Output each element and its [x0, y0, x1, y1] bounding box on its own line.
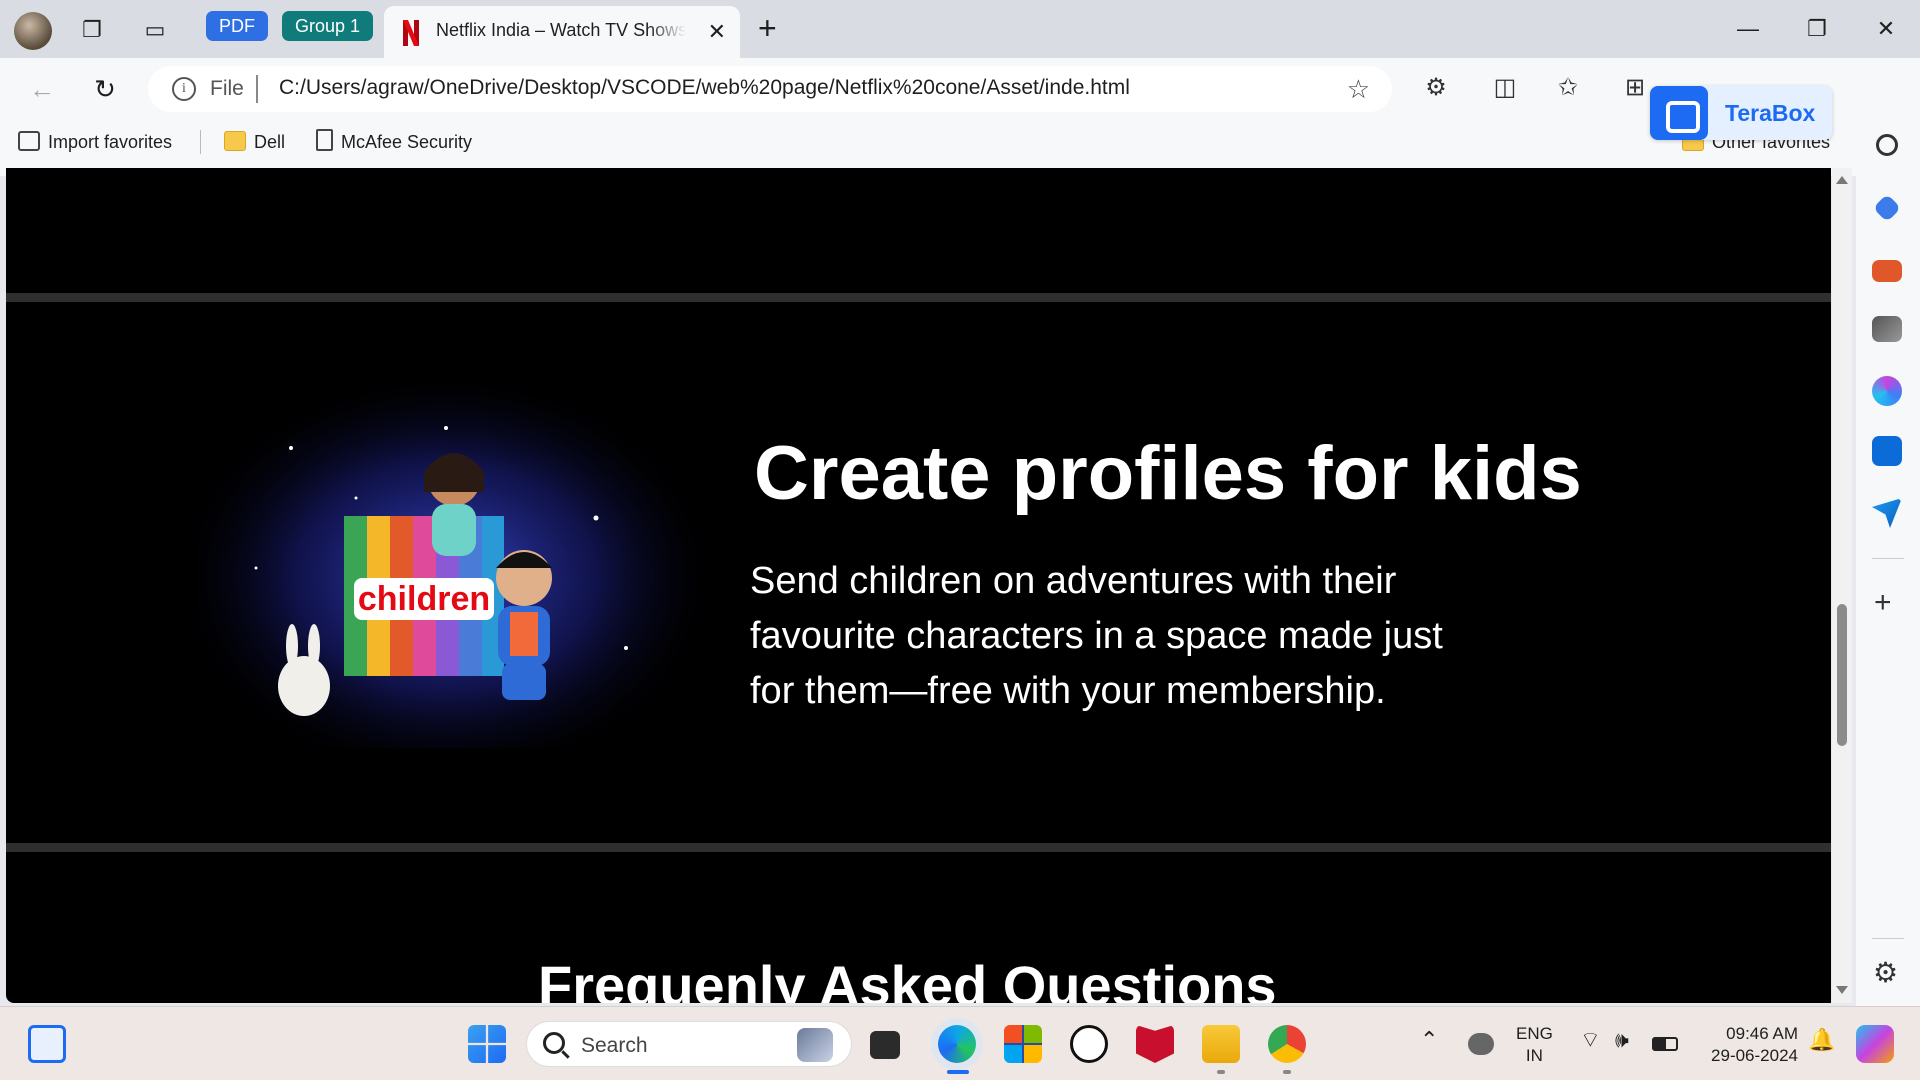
- favorite-star-icon[interactable]: ☆: [1347, 74, 1370, 105]
- clock-date: 29-06-2024: [1711, 1046, 1798, 1065]
- tab-group-group-1[interactable]: Group 1: [282, 11, 374, 41]
- close-window-icon[interactable]: ✕: [1866, 12, 1906, 46]
- add-sidebar-app-icon[interactable]: +: [1874, 588, 1892, 618]
- scheme-label: File: [210, 77, 244, 100]
- language-indicator[interactable]: ENG IN: [1516, 1023, 1553, 1067]
- favorite-label: Dell: [254, 132, 286, 152]
- widgets-icon[interactable]: [28, 1025, 66, 1063]
- microsoft-store-icon[interactable]: [1004, 1025, 1042, 1063]
- back-icon[interactable]: ←: [24, 71, 60, 107]
- sidebar-divider: [1872, 558, 1904, 559]
- file-explorer-icon[interactable]: [1202, 1025, 1240, 1063]
- favorite-import-favorites[interactable]: Import favorites: [18, 128, 172, 156]
- faq-heading: Frequenly Asked Questions: [538, 954, 1277, 1003]
- terabox-label: TeraBox: [1725, 100, 1816, 126]
- edge-icon[interactable]: [938, 1025, 976, 1063]
- active-app-indicator: [947, 1070, 969, 1074]
- taskbar-search[interactable]: Search: [526, 1021, 852, 1067]
- tab-strip: ❐ ▭ PDF Group 1 Netflix India – Watch TV…: [0, 0, 1920, 58]
- section-divider: [6, 293, 1831, 302]
- section-divider: [6, 843, 1831, 852]
- page-icon: [316, 129, 333, 151]
- chrome-icon[interactable]: [1268, 1025, 1306, 1063]
- favorites-separator: [200, 130, 201, 154]
- kids-section-description: Send children on adventures with their f…: [750, 560, 1443, 712]
- tools-icon[interactable]: [1872, 260, 1902, 282]
- terabox-extension-popup[interactable]: TeraBox: [1650, 86, 1832, 140]
- sidebar-settings-icon[interactable]: ⚙: [1873, 958, 1898, 988]
- clock-time: 09:46 AM: [1726, 1024, 1798, 1043]
- favorite-mcafee-security[interactable]: McAfee Security: [316, 128, 472, 156]
- show-hidden-icons-icon[interactable]: ⌃: [1420, 1029, 1438, 1051]
- address-separator: [256, 75, 258, 103]
- profile-avatar[interactable]: [14, 12, 52, 50]
- new-tab-icon[interactable]: +: [758, 12, 777, 44]
- onedrive-error-icon[interactable]: [1468, 1033, 1494, 1055]
- volume-icon[interactable]: 🕪: [1615, 1029, 1629, 1051]
- clock[interactable]: 09:46 AM 29-06-2024: [1700, 1023, 1798, 1067]
- outlook-icon[interactable]: [1872, 436, 1902, 466]
- battery-icon[interactable]: [1652, 1037, 1678, 1051]
- edge-sidebar: + ⚙: [1856, 58, 1920, 1006]
- copilot-preview-icon[interactable]: [1856, 1025, 1894, 1063]
- restore-icon[interactable]: ❐: [1797, 12, 1837, 46]
- microsoft-365-icon[interactable]: [1872, 376, 1902, 406]
- kids-profile-illustration: children: [196, 368, 696, 748]
- close-tab-icon[interactable]: ✕: [708, 19, 726, 45]
- tab-actions-icon[interactable]: ▭: [141, 16, 169, 44]
- running-indicator: [1283, 1070, 1291, 1074]
- browser-toolbar: ← ↻ i File C:/Users/agraw/OneDrive/Deskt…: [0, 58, 1920, 176]
- netflix-favicon-icon: [403, 20, 419, 46]
- extensions-icon[interactable]: ⚙: [1420, 72, 1452, 104]
- running-indicator: [1217, 1070, 1225, 1074]
- address-bar[interactable]: i File C:/Users/agraw/OneDrive/Desktop/V…: [148, 66, 1392, 112]
- search-icon[interactable]: [1876, 134, 1898, 156]
- site-info-icon[interactable]: i: [172, 77, 196, 101]
- language-code: ENG: [1516, 1024, 1553, 1043]
- refresh-icon[interactable]: ↻: [87, 71, 123, 107]
- scroll-up-icon[interactable]: [1836, 176, 1848, 184]
- folder-icon: [224, 131, 246, 151]
- notifications-icon[interactable]: 🔔: [1808, 1029, 1835, 1051]
- terabox-logo-icon: [1650, 86, 1708, 140]
- favorite-dell[interactable]: Dell: [224, 128, 285, 156]
- favorites-icon[interactable]: ✩: [1552, 72, 1584, 104]
- search-icon: [543, 1032, 565, 1054]
- task-view-icon[interactable]: [870, 1031, 900, 1059]
- scroll-down-icon[interactable]: [1836, 986, 1848, 994]
- favorite-label: McAfee Security: [341, 132, 473, 152]
- url-text[interactable]: C:/Users/agraw/OneDrive/Desktop/VSCODE/w…: [279, 76, 1130, 100]
- children-logo-text: children: [358, 580, 490, 618]
- mcafee-icon[interactable]: [1136, 1025, 1174, 1063]
- active-tab[interactable]: Netflix India – Watch TV Shows Online ✕: [384, 6, 740, 58]
- wifi-icon[interactable]: ⌔: [1580, 1029, 1601, 1051]
- tab-group-pdf[interactable]: PDF: [206, 11, 268, 41]
- sidebar-divider: [1872, 938, 1904, 939]
- windows-taskbar: Search ⌃ ENG IN ⌔ 🕪 09:46 AM 29-06-2024 …: [0, 1006, 1920, 1080]
- dell-icon[interactable]: [1070, 1025, 1108, 1063]
- search-highlight-icon: [797, 1028, 833, 1062]
- page-viewport: children Create profiles for kids Send c…: [6, 168, 1831, 1003]
- kids-section-title: Create profiles for kids: [754, 431, 1582, 516]
- import-icon: [18, 131, 40, 151]
- games-icon[interactable]: [1872, 316, 1902, 342]
- search-placeholder: Search: [581, 1034, 648, 1057]
- collections-icon[interactable]: ⊞: [1619, 72, 1651, 104]
- split-screen-icon[interactable]: ◫: [1489, 72, 1521, 104]
- scroll-thumb[interactable]: [1837, 604, 1847, 746]
- tab-title: Netflix India – Watch TV Shows Online: [436, 20, 686, 40]
- send-icon[interactable]: [1872, 498, 1902, 528]
- favorite-label: Import favorites: [48, 132, 173, 152]
- region-code: IN: [1525, 1046, 1543, 1065]
- start-icon[interactable]: [468, 1025, 506, 1063]
- minimize-icon[interactable]: —: [1728, 12, 1768, 46]
- shopping-tag-icon[interactable]: [1872, 193, 1902, 223]
- workspaces-icon[interactable]: ❐: [78, 16, 106, 44]
- page-scrollbar[interactable]: [1832, 168, 1852, 1003]
